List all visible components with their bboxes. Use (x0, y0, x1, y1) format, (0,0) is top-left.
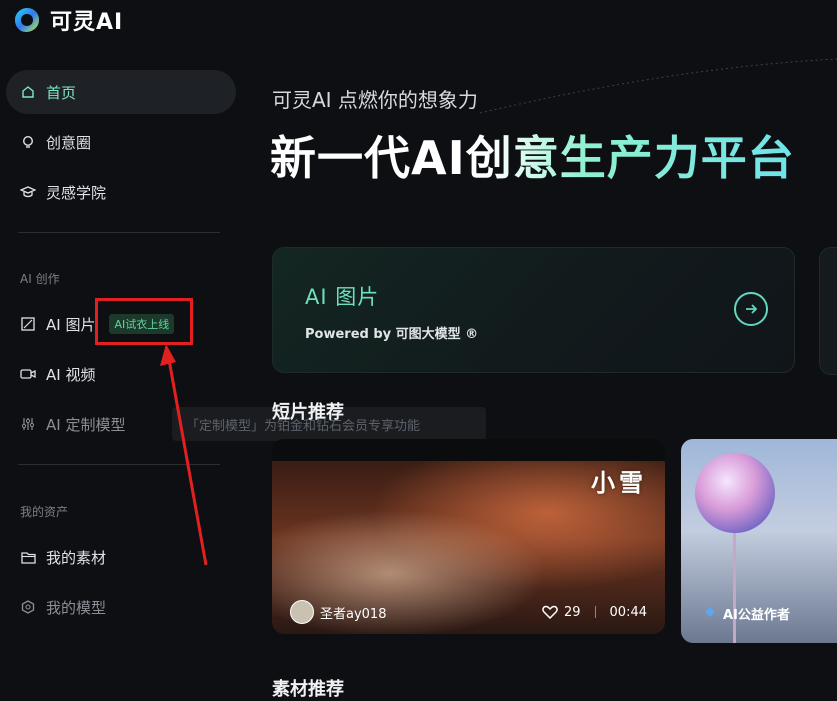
sidebar-item-label: 我的模型 (46, 598, 107, 617)
hero-subtitle: 可灵AI 点燃你的想象力 (272, 88, 478, 112)
avatar[interactable] (290, 600, 314, 624)
annotation-highlight-box (95, 298, 193, 345)
sidebar-item-my-models[interactable]: 我的模型 (6, 585, 236, 629)
video-duration: 00:44 (609, 604, 647, 620)
heart-icon[interactable] (542, 605, 558, 619)
like-count: 29 (563, 604, 581, 620)
sidebar-item-label: AI 视频 (46, 365, 96, 384)
video-meta: 圣者ay018 29 00:44 (290, 600, 647, 624)
sidebar-item-label: 我的素材 (46, 548, 107, 567)
sidebar-divider (18, 232, 220, 233)
meta-separator (594, 606, 596, 618)
sidebar-item-label: 首页 (46, 83, 77, 102)
video-thumbnail (695, 453, 775, 533)
sidebar-item-label: AI 定制模型 (46, 415, 126, 434)
next-feature-card[interactable] (819, 247, 837, 375)
thumbnail-detail (733, 533, 736, 643)
video-author[interactable]: AI公益作者 (723, 604, 790, 623)
decorative-curve (480, 58, 837, 114)
graduation-cap-icon (20, 184, 36, 200)
folder-icon (20, 549, 36, 565)
section-label-creation: AI 创作 (20, 272, 60, 286)
creator-badge-icon (703, 605, 717, 623)
annotation-arrow (160, 344, 208, 566)
app-name: 可灵AI (50, 10, 124, 35)
sidebar-item-academy[interactable]: 灵感学院 (6, 170, 236, 214)
ai-image-feature-card[interactable]: AI 图片 Powered by 可图大模型 ® (272, 247, 795, 373)
video-overlay-text: 小雪 (591, 468, 647, 497)
video-author[interactable]: 圣者ay018 (320, 603, 386, 622)
sidebar-item-community[interactable]: 创意圈 (6, 120, 236, 164)
sidebar-item-home[interactable]: 首页 (6, 70, 236, 114)
card-powered-by: Powered by 可图大模型 ® (305, 327, 479, 342)
arrow-right-icon[interactable] (734, 292, 768, 326)
card-title: AI 图片 (305, 285, 380, 309)
hero-title: 新一代AI创意生产力平台 (270, 122, 795, 188)
section-label-assets: 我的资产 (20, 505, 69, 519)
sliders-icon (20, 416, 36, 432)
sidebar-item-label: AI 图片 (46, 315, 96, 334)
section-title-materials: 素材推荐 (272, 679, 344, 700)
video-card[interactable]: AI公益作者 (681, 439, 837, 643)
sidebar-item-label: 创意圈 (46, 133, 92, 152)
section-title-short-videos: 短片推荐 (272, 402, 344, 423)
lightbulb-icon (20, 134, 36, 150)
kling-logo-icon (12, 5, 42, 35)
app-logo[interactable]: 可灵AI (12, 4, 123, 36)
sidebar-item-label: 灵感学院 (46, 183, 107, 202)
video-camera-icon (20, 366, 36, 382)
video-meta: AI公益作者 (703, 604, 790, 623)
model-hex-icon (20, 599, 36, 615)
image-icon (20, 316, 36, 332)
video-card[interactable]: 小雪 圣者ay018 29 00:44 (272, 439, 665, 634)
home-icon (20, 84, 36, 100)
